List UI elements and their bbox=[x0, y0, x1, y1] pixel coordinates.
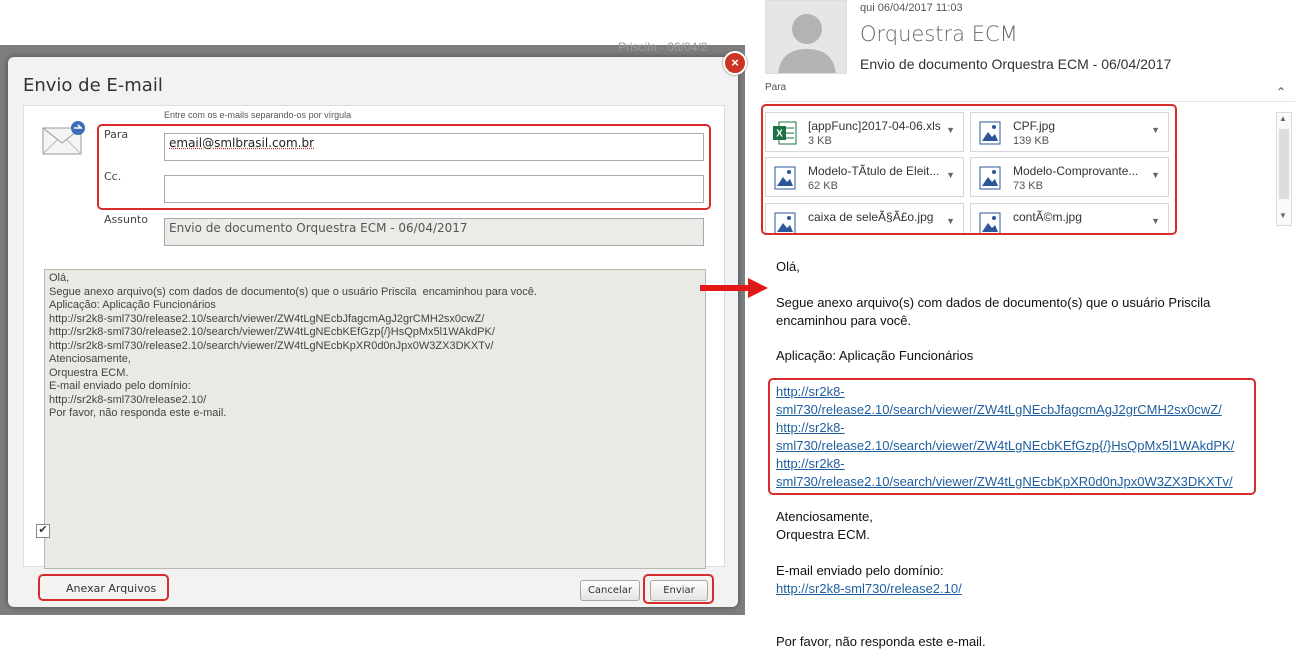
body-line: Aplicação: Aplicação Funcionários bbox=[49, 299, 216, 311]
mail-date: qui 06/04/2017 11:03 bbox=[860, 2, 963, 14]
assunto-label: Assunto bbox=[104, 213, 148, 226]
attachments-highlight bbox=[761, 104, 1177, 235]
body-line: E-mail enviado pelo domínio: bbox=[49, 380, 191, 392]
anexar-highlight bbox=[38, 574, 169, 601]
scroll-up-icon[interactable]: ▲ bbox=[1279, 114, 1287, 123]
body-line: Por favor, não responda este e-mail. bbox=[49, 407, 227, 419]
person-icon bbox=[766, 1, 846, 73]
mail-footer: Por favor, não responda este e-mail. bbox=[776, 634, 986, 649]
attachments-scrollbar[interactable]: ▲ ▼ bbox=[1276, 112, 1292, 226]
mail-sender: Orquestra ECM bbox=[860, 22, 1018, 46]
mail-subject: Envio de documento Orquestra ECM - 06/04… bbox=[860, 56, 1172, 72]
close-icon[interactable]: × bbox=[723, 51, 747, 75]
avatar bbox=[765, 0, 847, 74]
recipients-hint: Entre com os e-mails separando-os por ví… bbox=[164, 110, 352, 120]
body-line: http://sr2k8-sml730/release2.10/search/v… bbox=[49, 339, 494, 352]
message-body-textarea[interactable]: Olá, Segue anexo arquivo(s) com dados de… bbox=[44, 269, 706, 569]
mail-to-label: Para bbox=[765, 82, 787, 93]
mail-greeting: Olá, bbox=[776, 259, 800, 274]
mail-signature: Orquestra ECM. bbox=[776, 527, 870, 542]
mail-aplicacao: Aplicação: Aplicação Funcionários bbox=[776, 348, 974, 363]
body-line: http://sr2k8-sml730/release2.10/search/v… bbox=[49, 312, 485, 325]
envelope-icon bbox=[42, 121, 85, 155]
cancel-button[interactable]: Cancelar bbox=[580, 580, 640, 601]
body-line: Orquestra ECM. bbox=[49, 366, 129, 379]
mail-signature: Atenciosamente, bbox=[776, 509, 873, 524]
assunto-input[interactable]: Envio de documento Orquestra ECM - 06/04… bbox=[164, 218, 704, 246]
link-text[interactable]: http://sr2k8-sml730/release2.10/ bbox=[776, 581, 962, 596]
recipients-highlight bbox=[97, 124, 711, 210]
body-line: Olá, bbox=[49, 272, 70, 284]
body-line: http://sr2k8-sml730/release2.10/search/v… bbox=[49, 326, 495, 338]
body-line: Atenciosamente, bbox=[49, 353, 131, 365]
mail-domain-link[interactable]: http://sr2k8-sml730/release2.10/ bbox=[776, 580, 962, 598]
dialog-title: Envio de E-mail bbox=[23, 75, 163, 96]
scrollbar-thumb[interactable] bbox=[1279, 129, 1289, 199]
mail-paragraph: encaminhou para você. bbox=[776, 313, 912, 328]
body-line: http://sr2k8-sml730/release2.10/ bbox=[49, 393, 207, 406]
scroll-down-icon[interactable]: ▼ bbox=[1279, 211, 1287, 220]
header-divider bbox=[765, 101, 1295, 102]
anexar-checkbox[interactable]: ✔ bbox=[36, 524, 50, 538]
body-line: Segue anexo arquivo(s) com dados de docu… bbox=[49, 285, 537, 298]
arrow-right-icon bbox=[700, 278, 768, 298]
mail-paragraph: Segue anexo arquivo(s) com dados de docu… bbox=[776, 295, 1211, 310]
mail-domain-label: E-mail enviado pelo domínio: bbox=[776, 563, 944, 578]
send-highlight bbox=[643, 574, 714, 604]
links-highlight bbox=[768, 378, 1256, 495]
chevron-up-icon[interactable]: ⌃ bbox=[1276, 85, 1286, 99]
backdrop-header-text: Priscila - 06/04/2 bbox=[618, 40, 708, 54]
